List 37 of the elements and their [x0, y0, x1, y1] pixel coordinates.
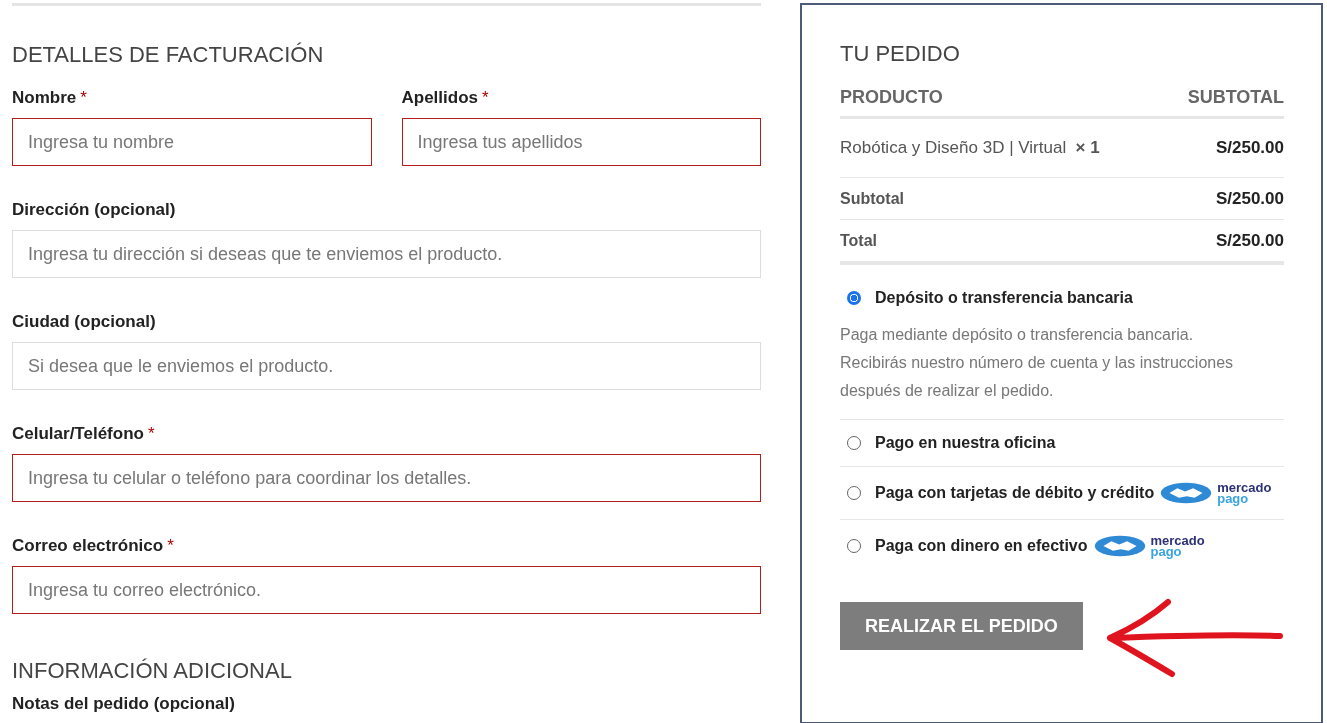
section-heading: INFORMACIÓN ADICIONAL [12, 658, 293, 684]
logo-text: pago [1150, 546, 1182, 557]
logo-text: mercado [1150, 535, 1205, 546]
radio-button[interactable] [847, 291, 861, 305]
product-name: Robótica y Diseño 3D | Virtual × 1 [840, 138, 1100, 158]
field-label: Celular/Teléfono [12, 424, 144, 444]
payment-method-label[interactable]: Depósito o transferencia bancaria [875, 289, 1133, 307]
column-header: PRODUCTO [840, 87, 943, 108]
payment-description: Paga mediante depósito o transferencia bancaria. Recibirás nuestro número de cuenta y las instrucciones después de realizar el pedido. [840, 325, 1235, 401]
field-label: Apellidos [401, 88, 478, 108]
section-heading: DETALLES DE FACTURACIÓN [12, 42, 325, 68]
total-value: S/250.00 [1215, 188, 1284, 209]
total-label: Total [840, 231, 878, 250]
required-asterisk: * [482, 88, 489, 108]
required-asterisk: * [147, 424, 155, 444]
input-field[interactable]: Ingresa tu nombre [12, 118, 372, 166]
payment-method-label[interactable]: Paga con tarjetas de débito y crédito [875, 484, 1155, 502]
field-label: Notas del pedido (opcional) [12, 694, 235, 714]
field-label: Ciudad (opcional) [12, 312, 156, 332]
place-order-button[interactable]: REALIZAR EL PEDIDO [840, 602, 1083, 650]
total-label: Subtotal [840, 189, 904, 208]
order-heading: TU PEDIDO [840, 41, 961, 67]
column-header: SUBTOTAL [1187, 87, 1284, 108]
total-value: S/250.00 [1215, 230, 1284, 251]
required-asterisk: * [80, 88, 87, 108]
field-label: Dirección (opcional) [12, 200, 176, 220]
input-field[interactable]: Ingresa tus apellidos [401, 118, 761, 166]
field-label: Correo electrónico [12, 536, 164, 556]
payment-method-label[interactable]: Pago en nuestra oficina [875, 434, 1056, 452]
input-field[interactable]: Ingresa tu correo electrónico. [12, 566, 761, 614]
field-label: Nombre [12, 88, 77, 108]
input-field[interactable]: Ingresa tu celular o teléfono para coordinar los detalles. [12, 454, 761, 502]
product-price: S/250.00 [1215, 138, 1284, 158]
logo-text: pago [1217, 493, 1249, 504]
payment-method-label[interactable]: Paga con dinero en efectivo [875, 537, 1088, 555]
required-asterisk: * [167, 536, 174, 556]
logo-text: mercado [1217, 482, 1272, 493]
